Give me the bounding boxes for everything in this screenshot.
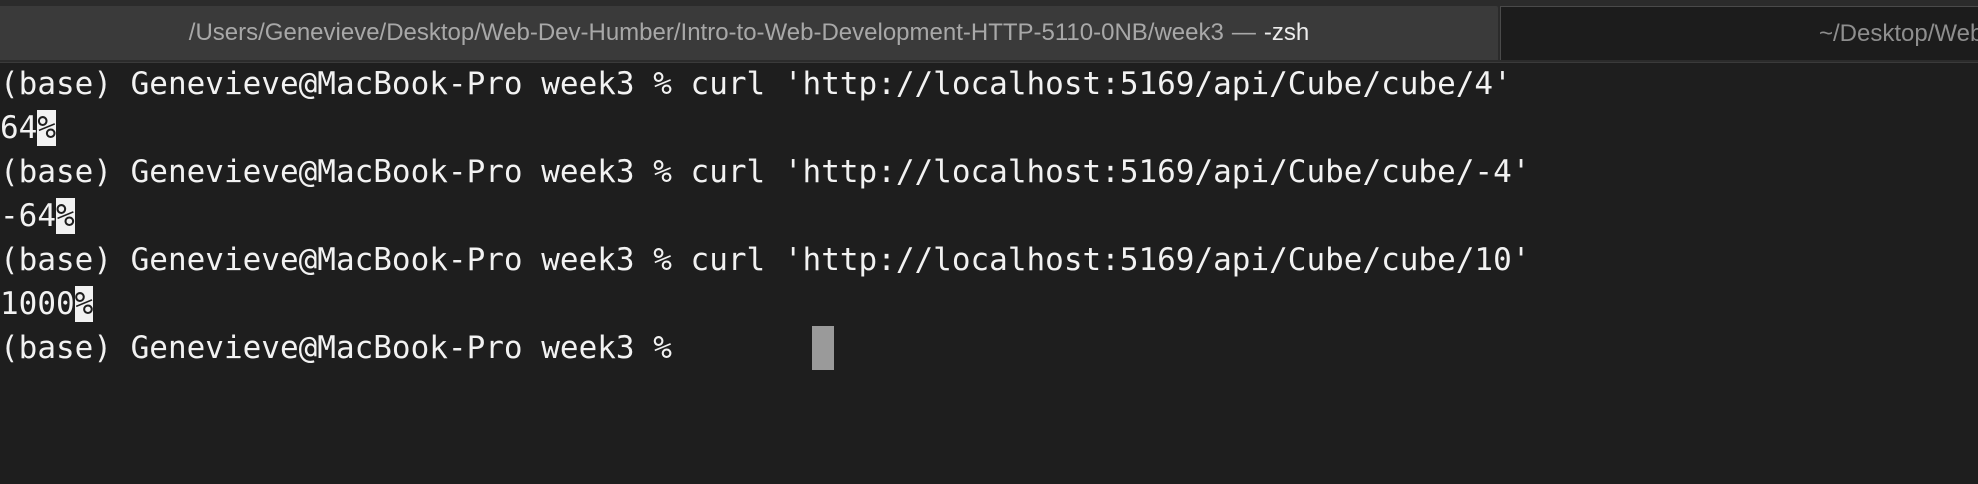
tab-separator: — — [1231, 19, 1256, 46]
output-text: 64 — [0, 110, 38, 146]
terminal-line: 1000% — [0, 282, 94, 326]
command-text: (base) Genevieve@MacBook-Pro week3 % cur… — [0, 242, 1531, 278]
prompt-text: (base) Genevieve@MacBook-Pro week3 % — [0, 330, 691, 366]
terminal-line: (base) Genevieve@MacBook-Pro week3 % cur… — [0, 62, 1512, 106]
tab-bar: /Users/Genevieve/Desktop/Web-Dev-Humber/… — [0, 0, 1978, 63]
tab-week3-zsh[interactable]: /Users/Genevieve/Desktop/Web-Dev-Humber/… — [0, 6, 1498, 60]
command-text: (base) Genevieve@MacBook-Pro week3 % cur… — [0, 154, 1531, 190]
terminal-output[interactable]: (base) Genevieve@MacBook-Pro week3 % cur… — [0, 62, 1978, 484]
tab-path: /Users/Genevieve/Desktop/Web-Dev-Humber/… — [188, 19, 1224, 46]
tab-desktop[interactable]: ~/Desktop/Web — [1500, 6, 1978, 60]
end-of-line-marker: % — [37, 110, 56, 146]
output-text: 1000 — [0, 286, 75, 322]
terminal-line: (base) Genevieve@MacBook-Pro week3 % cur… — [0, 238, 1530, 282]
terminal-line: 64% — [0, 106, 56, 150]
tab-process: -zsh — [1263, 19, 1310, 46]
terminal-line: (base) Genevieve@MacBook-Pro week3 % cur… — [0, 150, 1530, 194]
terminal-window: /Users/Genevieve/Desktop/Web-Dev-Humber/… — [0, 0, 1978, 484]
output-text: -64 — [0, 198, 56, 234]
terminal-line: -64% — [0, 194, 75, 238]
text-cursor — [812, 326, 834, 370]
tab-desktop-label: ~/Desktop/Web — [1819, 19, 1978, 47]
command-text: (base) Genevieve@MacBook-Pro week3 % cur… — [0, 66, 1512, 102]
end-of-line-marker: % — [74, 286, 94, 322]
end-of-line-marker: % — [56, 198, 75, 234]
terminal-prompt-line: (base) Genevieve@MacBook-Pro week3 % — [0, 326, 691, 370]
